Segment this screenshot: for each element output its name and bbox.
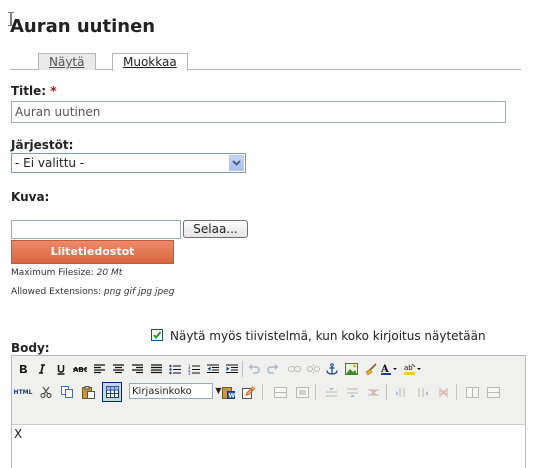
max-filesize-info: Maximum Filesize: 20 Mt bbox=[11, 268, 122, 278]
bold-icon[interactable] bbox=[14, 360, 32, 378]
table-row-icon[interactable] bbox=[271, 383, 289, 401]
outdent-icon[interactable] bbox=[204, 360, 222, 378]
redo-icon[interactable] bbox=[264, 360, 282, 378]
text-color-icon[interactable]: A bbox=[380, 360, 398, 378]
title-label: Title: * bbox=[11, 84, 57, 98]
title-label-text: Title: bbox=[11, 84, 47, 98]
align-left-icon[interactable] bbox=[90, 360, 108, 378]
organizations-label: Järjestöt: bbox=[11, 138, 74, 152]
toolbar-separator bbox=[386, 384, 387, 400]
font-size-select[interactable]: Kirjasinkoko bbox=[129, 383, 213, 399]
tab-edit[interactable]: Muokkaa bbox=[112, 53, 188, 71]
row-after-icon[interactable] bbox=[343, 383, 361, 401]
required-mark: * bbox=[50, 84, 57, 98]
highlight-color-icon[interactable]: ab bbox=[404, 360, 422, 378]
numbered-list-icon[interactable]: 123 bbox=[185, 360, 203, 378]
rich-text-editor: ABC 123 A ab HTML Kirjasinkoko ▼ W X bbox=[11, 355, 526, 468]
underline-icon[interactable] bbox=[52, 360, 70, 378]
svg-text:ABC: ABC bbox=[73, 366, 87, 374]
summary-checkbox[interactable] bbox=[151, 329, 163, 341]
bullet-list-icon[interactable] bbox=[166, 360, 184, 378]
undo-icon[interactable] bbox=[245, 360, 263, 378]
italic-icon[interactable] bbox=[33, 360, 51, 378]
toolbar-separator bbox=[456, 384, 457, 400]
attachments-button[interactable]: Liitetiedostot bbox=[11, 240, 174, 264]
browse-button[interactable]: Selaa... bbox=[183, 220, 248, 238]
align-justify-icon[interactable] bbox=[147, 360, 165, 378]
title-input[interactable] bbox=[11, 101, 506, 123]
cleanup-icon[interactable] bbox=[361, 360, 379, 378]
copy-icon[interactable] bbox=[58, 383, 76, 401]
toolbar-separator bbox=[242, 361, 243, 377]
anchor-icon[interactable] bbox=[323, 360, 341, 378]
table-cell-icon[interactable] bbox=[293, 383, 311, 401]
max-filesize-label: Maximum Filesize: bbox=[11, 268, 94, 278]
split-cells-icon[interactable] bbox=[463, 383, 481, 401]
organizations-select-value: - Ei valittu - bbox=[15, 156, 85, 170]
toolbar-separator bbox=[315, 384, 316, 400]
organizations-select[interactable]: - Ei valittu - bbox=[11, 153, 246, 173]
chevron-down-icon[interactable] bbox=[229, 155, 244, 171]
page-title: Auran uutinen bbox=[10, 16, 156, 37]
table-icon[interactable] bbox=[102, 382, 122, 402]
merge-cells-icon[interactable] bbox=[484, 383, 502, 401]
align-center-icon[interactable] bbox=[109, 360, 127, 378]
image-label: Kuva: bbox=[11, 190, 50, 204]
edit-icon[interactable] bbox=[239, 383, 257, 401]
col-after-icon[interactable] bbox=[413, 383, 431, 401]
allowed-extensions-info: Allowed Extensions: png gif jpg jpeg bbox=[11, 287, 174, 297]
editor-content-area[interactable]: X bbox=[12, 424, 525, 468]
image-icon[interactable] bbox=[342, 360, 360, 378]
align-right-icon[interactable] bbox=[128, 360, 146, 378]
body-label: Body: bbox=[11, 341, 50, 355]
summary-checkbox-label: Näytä myös tiivistelmä, kun koko kirjoit… bbox=[170, 329, 486, 343]
file-path-input[interactable] bbox=[11, 220, 181, 239]
col-before-icon[interactable] bbox=[392, 383, 410, 401]
paste-word-icon[interactable]: W bbox=[219, 383, 237, 401]
svg-text:ab: ab bbox=[404, 364, 413, 372]
link-icon[interactable] bbox=[285, 360, 303, 378]
cut-icon[interactable] bbox=[37, 383, 55, 401]
indent-icon[interactable] bbox=[223, 360, 241, 378]
svg-text:3: 3 bbox=[188, 371, 191, 375]
max-filesize-value: 20 Mt bbox=[96, 268, 123, 278]
editor-text: X bbox=[14, 427, 23, 441]
strikethrough-icon[interactable]: ABC bbox=[71, 360, 89, 378]
html-source-icon[interactable]: HTML bbox=[14, 383, 33, 401]
toolbar-separator bbox=[262, 384, 263, 400]
unlink-icon[interactable] bbox=[304, 360, 322, 378]
delete-col-icon[interactable] bbox=[434, 383, 452, 401]
svg-text:W: W bbox=[228, 392, 235, 399]
tab-view[interactable]: Näytä bbox=[38, 53, 96, 70]
delete-row-icon[interactable] bbox=[364, 383, 382, 401]
row-before-icon[interactable] bbox=[322, 383, 340, 401]
paste-icon[interactable] bbox=[79, 383, 97, 401]
allowed-extensions-value: png gif jpg jpeg bbox=[103, 287, 175, 297]
allowed-extensions-label: Allowed Extensions: bbox=[11, 287, 102, 297]
